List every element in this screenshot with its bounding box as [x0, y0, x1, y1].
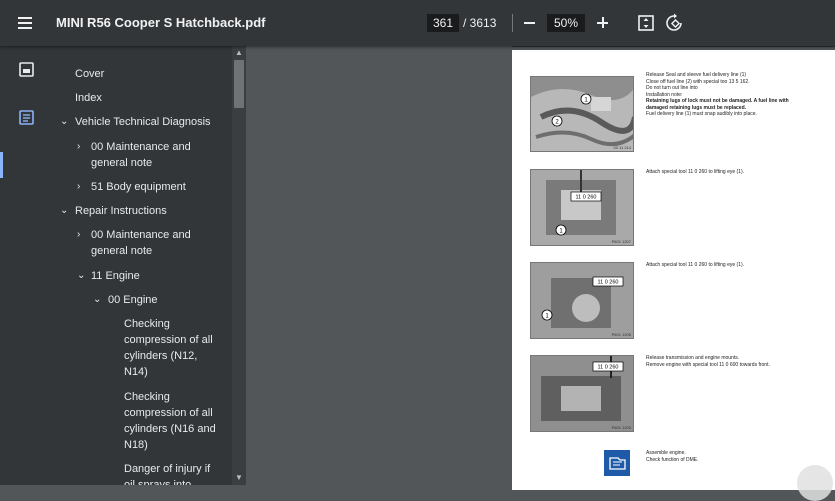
- thumbnail-view-icon[interactable]: [17, 60, 37, 80]
- zoom-level-input[interactable]: 50%: [547, 14, 585, 32]
- scrollbar-thumb[interactable]: [234, 60, 244, 108]
- figure-id: P601 1203: [611, 425, 631, 430]
- chevron-right-icon[interactable]: ›: [77, 139, 80, 155]
- page-total: / 3613: [463, 16, 497, 30]
- figure-lifting-eye-1: 11 0 260 1 P601 1207: [530, 169, 634, 246]
- outline-item-vehicle-technical-diagnosis[interactable]: Vehicle Technical Diagnosis: [75, 114, 235, 130]
- fit-page-icon[interactable]: [636, 13, 656, 33]
- outline-item-compression-n12-n14[interactable]: Checking compression of all cylinders (N…: [124, 316, 222, 380]
- chevron-down-icon[interactable]: ⌄: [77, 268, 85, 284]
- outline-item-compression-n16-n18[interactable]: Checking compression of all cylinders (N…: [124, 389, 222, 453]
- pdf-page: 1 2 00 11 214 Release Seal and sleeve fu…: [512, 50, 835, 490]
- outline-item-repair-instructions[interactable]: Repair Instructions: [75, 203, 235, 219]
- scroll-up-icon[interactable]: ▲: [235, 49, 243, 57]
- figure-callout: 11 0 260: [575, 195, 596, 201]
- document-outline-icon[interactable]: [17, 108, 37, 128]
- document-title: MINI R56 Cooper S Hatchback.pdf: [56, 15, 266, 30]
- figure-callout: 11 0 260: [597, 365, 618, 371]
- scroll-down-icon[interactable]: ▼: [235, 474, 243, 482]
- sidebar-rail: [0, 46, 54, 485]
- chevron-down-icon[interactable]: ⌄: [60, 203, 68, 219]
- chevron-right-icon[interactable]: ›: [77, 179, 80, 195]
- outline-item-index[interactable]: Index: [75, 90, 225, 106]
- chevron-down-icon[interactable]: ⌄: [60, 114, 68, 130]
- outline-item-cover[interactable]: Cover: [75, 66, 225, 82]
- figure-id: 00 11 214: [613, 145, 632, 150]
- step1-text: Release Seal and sleeve fuel delivery li…: [646, 72, 789, 117]
- outline-item-11-engine[interactable]: 11 Engine: [91, 268, 231, 284]
- chevron-down-icon[interactable]: ⌄: [93, 292, 101, 308]
- figure-fuel-line: 1 2 00 11 214: [530, 76, 634, 152]
- active-tab-indicator: [0, 152, 3, 178]
- figure-callout: 11 0 260: [597, 280, 618, 286]
- page-gap: [512, 46, 835, 47]
- outline-scrollbar[interactable]: ▲ ▼: [232, 46, 246, 485]
- figure-id: P601 1205: [611, 332, 631, 337]
- step3-text: Attach special tool 11 0 260 to lifting …: [646, 262, 745, 268]
- zoom-out-button[interactable]: [520, 13, 540, 33]
- step5-text: Assemble engine. Check function of DME.: [646, 450, 699, 463]
- outline-item-00-engine[interactable]: 00 Engine: [108, 292, 228, 308]
- step2-text: Attach special tool 11 0 260 to lifting …: [646, 169, 745, 175]
- outline-item-danger-of-injury[interactable]: Danger of injury if oil sprays into: [124, 461, 222, 485]
- rotate-icon[interactable]: [665, 13, 685, 33]
- floating-action-button[interactable]: [797, 465, 833, 501]
- outline-item-maintenance-repair[interactable]: 00 Maintenance and general note: [91, 227, 201, 259]
- outline-item-maintenance[interactable]: 00 Maintenance and general note: [91, 139, 201, 171]
- outline-panel: Cover Index ⌄ Vehicle Technical Diagnosi…: [54, 46, 246, 485]
- menu-icon[interactable]: [15, 12, 37, 34]
- zoom-in-button[interactable]: [593, 13, 613, 33]
- step4-text: Release transmission and engine mounts. …: [646, 355, 770, 368]
- pdf-toolbar: MINI R56 Cooper S Hatchback.pdf 361 / 36…: [0, 0, 835, 46]
- toolbar-divider: [512, 14, 513, 32]
- outline-item-body-equipment[interactable]: 51 Body equipment: [91, 179, 231, 195]
- chevron-right-icon[interactable]: ›: [77, 227, 80, 243]
- page-number-input[interactable]: 361: [427, 14, 459, 32]
- info-book-icon: [604, 450, 630, 476]
- figure-id: P601 1207: [611, 239, 631, 244]
- figure-remove-engine: 11 0 260 P601 1203: [530, 355, 634, 432]
- figure-lifting-eye-2: 11 0 260 1 P601 1205: [530, 262, 634, 339]
